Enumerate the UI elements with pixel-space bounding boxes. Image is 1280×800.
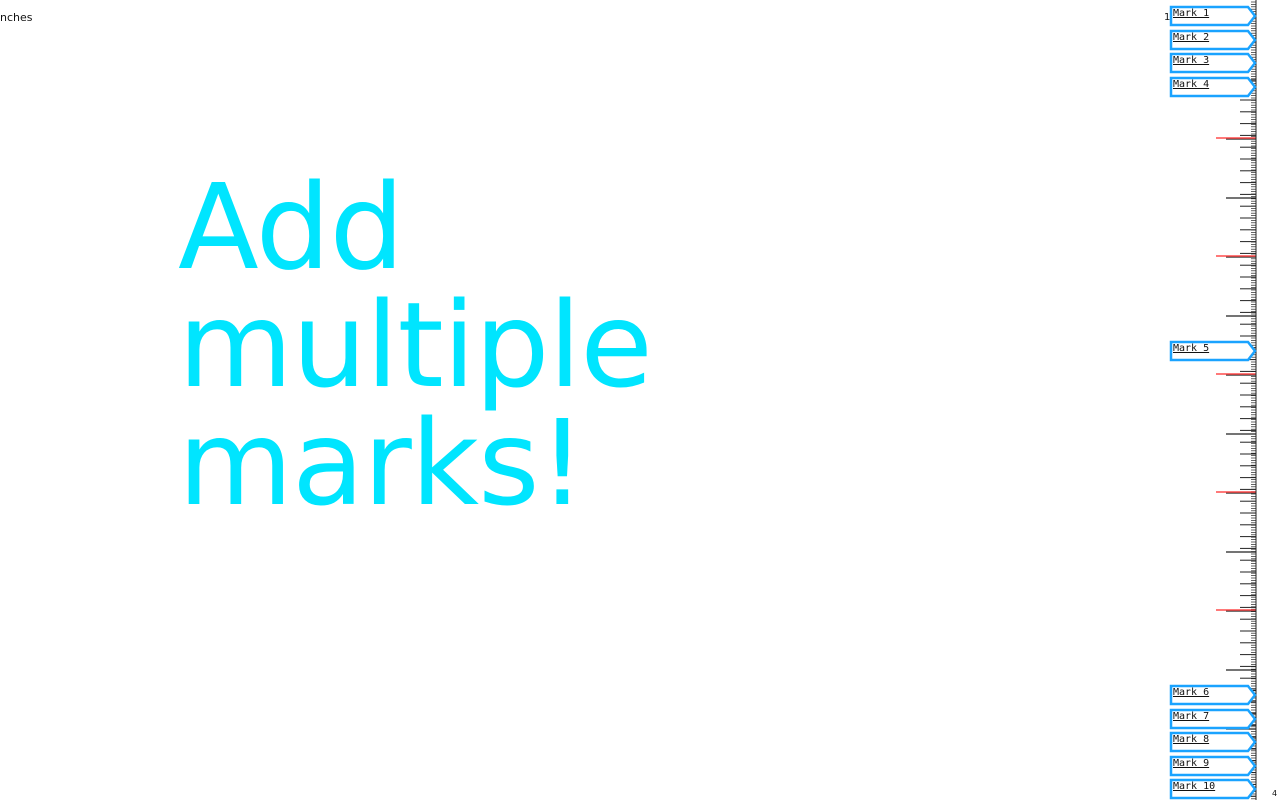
headline: Add multiple marks! <box>178 168 818 522</box>
mark-label: Mark 6 <box>1173 687 1210 698</box>
mark-label: Mark 2 <box>1173 32 1210 43</box>
headline-line-3: marks! <box>178 394 586 532</box>
mark-label: Mark 3 <box>1173 55 1210 66</box>
mark-7[interactable]: Mark 7 <box>1169 708 1257 730</box>
headline-line-2: multiple <box>178 276 653 414</box>
mark-8[interactable]: Mark 8 <box>1169 731 1257 753</box>
mark-1[interactable]: Mark 1 <box>1169 5 1257 27</box>
headline-line-1: Add <box>178 158 404 296</box>
mark-label: Mark 1 <box>1173 8 1210 19</box>
ruler-bottom-number: 4 <box>1272 789 1278 798</box>
mark-6[interactable]: Mark 6 <box>1169 684 1257 706</box>
mark-5[interactable]: Mark 5 <box>1169 340 1257 362</box>
mark-label: Mark 7 <box>1173 711 1210 722</box>
mark-label: Mark 5 <box>1173 343 1210 354</box>
mark-10[interactable]: Mark 10 <box>1169 778 1257 800</box>
mark-9[interactable]: Mark 9 <box>1169 755 1257 777</box>
mark-label: Mark 10 <box>1173 781 1216 792</box>
unit-label: nches <box>0 11 33 24</box>
mark-label: Mark 9 <box>1173 758 1210 769</box>
mark-3[interactable]: Mark 3 <box>1169 52 1257 74</box>
mark-4[interactable]: Mark 4 <box>1169 76 1257 98</box>
mark-label: Mark 8 <box>1173 734 1210 745</box>
mark-label: Mark 4 <box>1173 79 1210 90</box>
ruler[interactable] <box>1200 0 1280 800</box>
mark-2[interactable]: Mark 2 <box>1169 29 1257 51</box>
